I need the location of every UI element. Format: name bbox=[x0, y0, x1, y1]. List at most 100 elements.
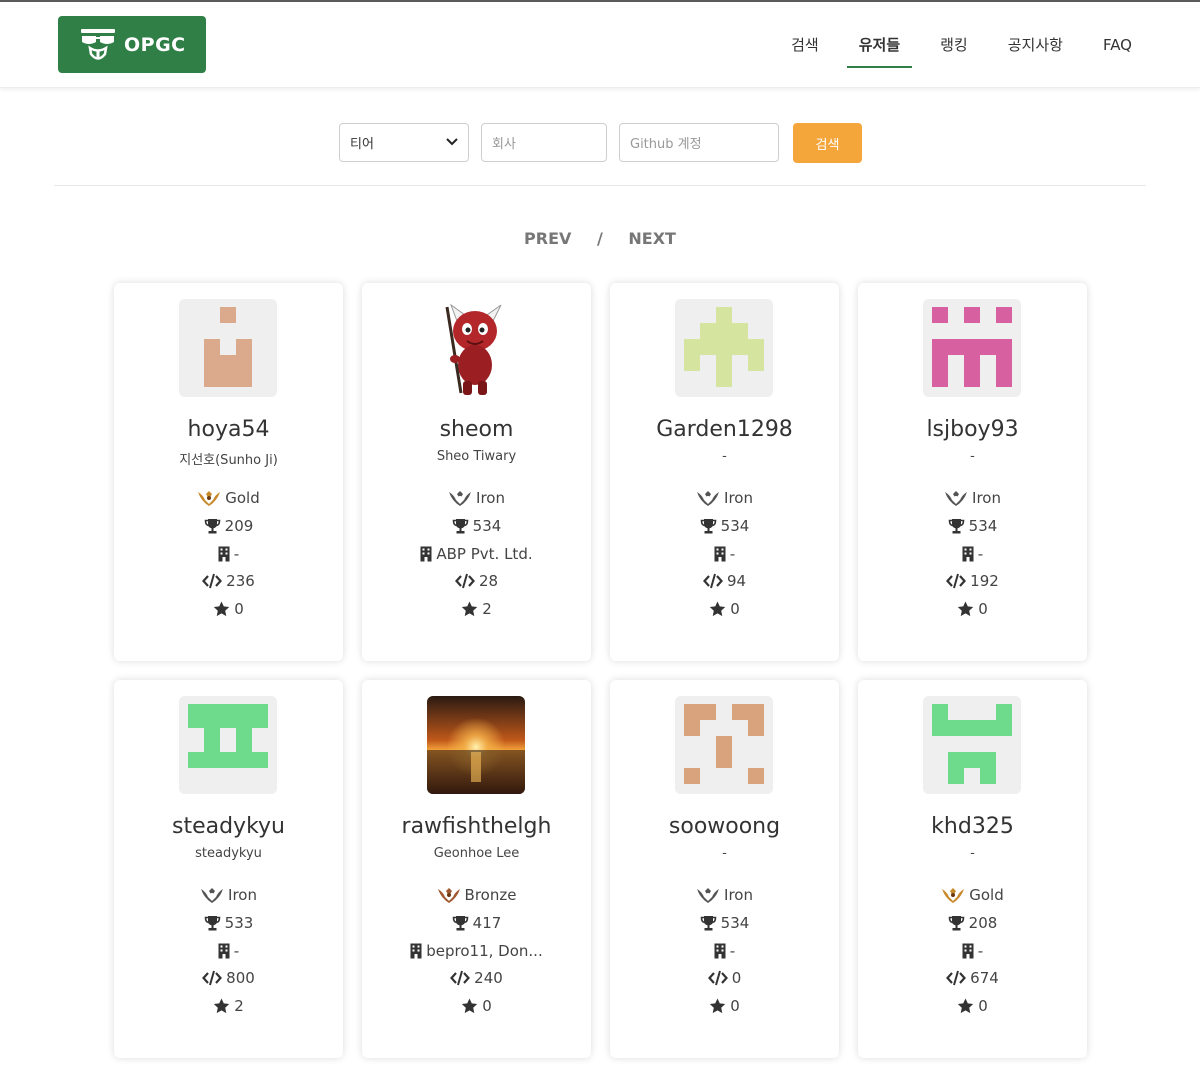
commit-value: 240 bbox=[474, 969, 503, 987]
logo-mascot-icon bbox=[81, 28, 115, 60]
building-icon bbox=[962, 546, 974, 562]
building-icon bbox=[714, 943, 726, 959]
commit-stat: 800 bbox=[114, 969, 343, 987]
user-card[interactable]: lsjboy93 - Iron 534 - 192 0 bbox=[858, 283, 1087, 661]
rank-value: 209 bbox=[224, 517, 254, 535]
code-icon bbox=[454, 573, 475, 589]
real-name: - bbox=[970, 449, 975, 464]
real-name: - bbox=[970, 846, 975, 861]
user-card[interactable]: Garden1298 - Iron 534 - 94 0 bbox=[610, 283, 839, 661]
main-nav: 검색 유저들 랭킹 공지사항 FAQ bbox=[763, 2, 1144, 88]
tier-stat: Iron bbox=[858, 489, 1087, 507]
tier-stat: Iron bbox=[114, 886, 343, 904]
real-name: 지선호(Sunho Ji) bbox=[179, 453, 278, 468]
tier-label: Bronze bbox=[464, 886, 517, 904]
nav-search[interactable]: 검색 bbox=[779, 25, 831, 65]
company-input[interactable]: 회사 bbox=[481, 123, 607, 162]
pagination: PREV / NEXT bbox=[0, 229, 1200, 248]
opgc-logo[interactable]: OPGC bbox=[58, 16, 206, 73]
star-stat: 2 bbox=[362, 600, 591, 618]
avatar bbox=[179, 299, 277, 397]
company-value: - bbox=[233, 942, 240, 960]
site-header: OPGC 검색 유저들 랭킹 공지사항 FAQ bbox=[0, 2, 1200, 88]
tier-select[interactable]: 티어 bbox=[339, 123, 469, 162]
star-icon bbox=[957, 998, 974, 1014]
commit-value: 236 bbox=[226, 572, 255, 590]
rank-value: 534 bbox=[968, 517, 998, 535]
commit-stat: 28 bbox=[362, 572, 591, 590]
code-icon bbox=[707, 970, 728, 986]
company-value: - bbox=[729, 942, 736, 960]
star-icon bbox=[709, 601, 726, 617]
star-value: 0 bbox=[234, 600, 244, 618]
star-stat: 2 bbox=[114, 997, 343, 1015]
star-value: 0 bbox=[978, 997, 988, 1015]
commit-value: 674 bbox=[970, 969, 999, 987]
commit-stat: 192 bbox=[858, 572, 1087, 590]
commit-stat: 94 bbox=[610, 572, 839, 590]
code-icon bbox=[702, 573, 723, 589]
star-stat: 0 bbox=[362, 997, 591, 1015]
building-icon bbox=[420, 546, 432, 562]
real-name: Geonhoe Lee bbox=[433, 846, 520, 861]
nav-ranking[interactable]: 랭킹 bbox=[928, 25, 980, 65]
rank-stat: 208 bbox=[858, 914, 1087, 932]
user-card[interactable]: soowoong - Iron 534 - 0 0 bbox=[610, 680, 839, 1058]
star-stat: 0 bbox=[858, 600, 1087, 618]
nav-users[interactable]: 유저들 bbox=[846, 25, 913, 68]
code-icon bbox=[450, 970, 471, 986]
rank-stat: 534 bbox=[858, 517, 1087, 535]
commit-stat: 236 bbox=[114, 572, 343, 590]
commit-value: 192 bbox=[970, 572, 999, 590]
company-stat: bepro11, Don... bbox=[362, 942, 591, 960]
user-card[interactable]: steadykyu steadykyu Iron 533 - 800 2 bbox=[114, 680, 343, 1058]
code-icon bbox=[946, 970, 967, 986]
user-card[interactable]: khd325 - Gold 208 - 674 0 bbox=[858, 680, 1087, 1058]
user-card[interactable]: rawfishthelgh Geonhoe Lee Bronze 417 bep… bbox=[362, 680, 591, 1058]
tier-label: Gold bbox=[969, 886, 1004, 904]
commit-value: 800 bbox=[226, 969, 255, 987]
tier-stat: Gold bbox=[858, 886, 1087, 904]
user-card[interactable]: hoya54 지선호(Sunho Ji) Gold 209 - 236 0 bbox=[114, 283, 343, 661]
nav-faq[interactable]: FAQ bbox=[1091, 25, 1144, 65]
star-stat: 0 bbox=[858, 997, 1087, 1015]
username: lsjboy93 bbox=[926, 417, 1019, 442]
star-stat: 0 bbox=[610, 997, 839, 1015]
star-value: 2 bbox=[482, 600, 492, 618]
trophy-icon bbox=[948, 915, 965, 931]
username: rawfishthelgh bbox=[401, 814, 552, 839]
tier-badge-icon bbox=[696, 489, 720, 507]
star-stat: 0 bbox=[114, 600, 343, 618]
divider bbox=[54, 185, 1146, 186]
rank-value: 534 bbox=[720, 517, 750, 535]
real-name: - bbox=[722, 846, 727, 861]
avatar bbox=[675, 299, 773, 397]
username: sheom bbox=[439, 417, 514, 442]
tier-label: Iron bbox=[972, 489, 1001, 507]
next-link[interactable]: NEXT bbox=[628, 229, 676, 248]
user-card[interactable]: sheom Sheo Tiwary Iron 534 ABP Pvt. Ltd.… bbox=[362, 283, 591, 661]
search-button[interactable]: 검색 bbox=[793, 123, 862, 163]
rank-value: 534 bbox=[720, 914, 750, 932]
tier-badge-icon bbox=[696, 886, 720, 904]
tier-badge-icon bbox=[200, 886, 224, 904]
github-account-input[interactable]: Github 계정 bbox=[619, 123, 779, 162]
rank-stat: 534 bbox=[610, 914, 839, 932]
company-value: ABP Pvt. Ltd. bbox=[436, 545, 533, 563]
star-value: 0 bbox=[978, 600, 988, 618]
rank-value: 208 bbox=[968, 914, 998, 932]
company-stat: - bbox=[610, 545, 839, 563]
tier-label: Iron bbox=[228, 886, 257, 904]
prev-link[interactable]: PREV bbox=[524, 229, 571, 248]
trophy-icon bbox=[452, 518, 469, 534]
star-icon bbox=[461, 998, 478, 1014]
commit-value: 0 bbox=[731, 969, 742, 987]
logo-text: OPGC bbox=[124, 33, 186, 56]
avatar bbox=[923, 299, 1021, 397]
company-value: - bbox=[233, 545, 240, 563]
trophy-icon bbox=[452, 915, 469, 931]
tier-badge-icon bbox=[448, 489, 472, 507]
star-value: 0 bbox=[482, 997, 492, 1015]
nav-notice[interactable]: 공지사항 bbox=[996, 25, 1075, 65]
rank-value: 533 bbox=[224, 914, 254, 932]
